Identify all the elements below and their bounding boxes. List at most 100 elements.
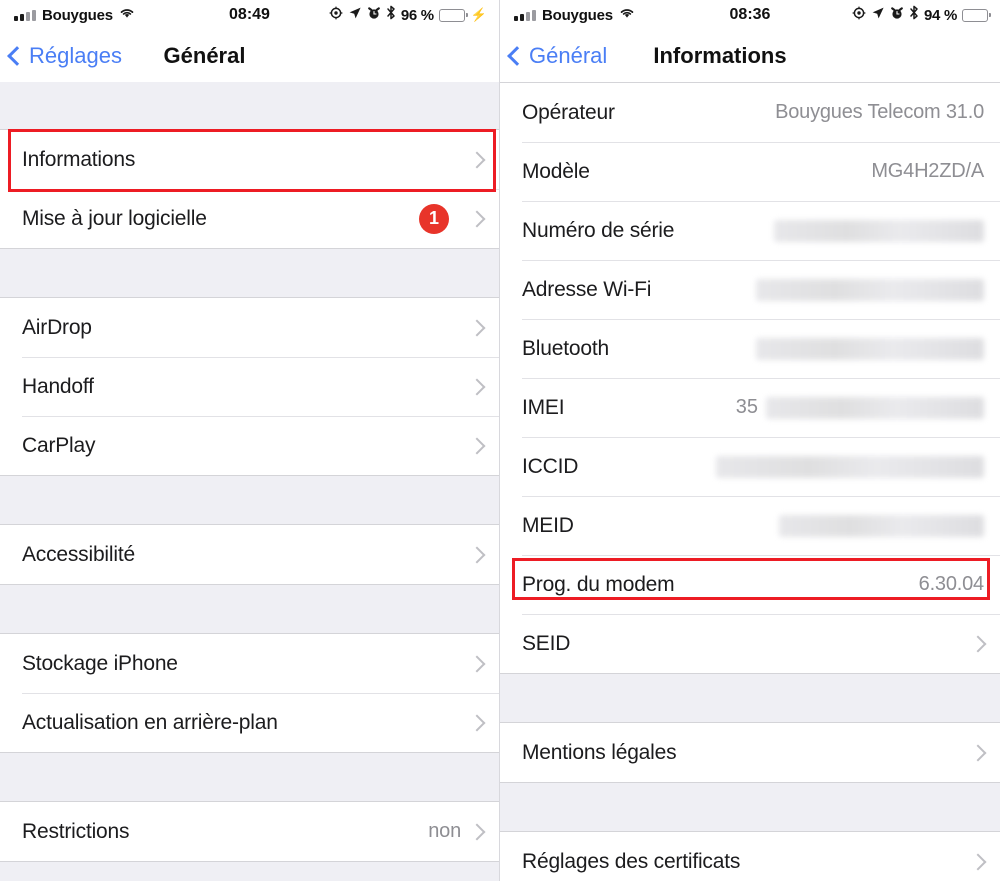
list-item-label: Adresse Wi-Fi bbox=[522, 277, 652, 301]
wifi-icon bbox=[619, 6, 635, 24]
settings-group: Mentions légales bbox=[500, 722, 1000, 783]
list-item[interactable]: Actualisation en arrière-plan bbox=[0, 693, 499, 752]
list-item-label: Mentions légales bbox=[522, 740, 677, 764]
settings-list-informations[interactable]: Opérateur Bouygues Telecom 31.0 Modèle MG4H… bbox=[500, 82, 1000, 881]
section-spacer bbox=[500, 674, 1000, 722]
signal-bars-icon bbox=[14, 9, 36, 21]
chevron-right-icon bbox=[468, 655, 486, 672]
list-item-label: Accessibilité bbox=[22, 542, 135, 566]
battery-percent-label: 94 % bbox=[924, 6, 957, 24]
status-bar-left-group: Bouygues bbox=[514, 6, 635, 24]
chevron-right-icon bbox=[969, 744, 987, 761]
status-bar-left: Bouygues 08:49 96 % ⚡ bbox=[0, 0, 499, 30]
nav-bar-right: Général Informations bbox=[500, 30, 1000, 82]
list-item-label: MEID bbox=[522, 513, 574, 537]
list-item-value: 35 bbox=[735, 396, 758, 418]
list-item[interactable]: Modèle MG4H2ZD/A bbox=[500, 142, 1000, 201]
list-item[interactable]: Bluetooth bbox=[500, 319, 1000, 378]
redacted-value bbox=[756, 278, 984, 301]
chevron-right-icon bbox=[468, 823, 486, 840]
list-item[interactable]: Mise à jour logicielle 1 bbox=[0, 189, 499, 248]
alarm-clock-icon bbox=[367, 6, 381, 25]
section-spacer bbox=[0, 585, 499, 633]
list-item[interactable]: Prog. du modem 6.30.04 bbox=[500, 555, 1000, 614]
back-button-general[interactable]: Général bbox=[500, 43, 607, 69]
redacted-value bbox=[774, 219, 984, 242]
settings-group: Accessibilité bbox=[0, 524, 499, 585]
back-button-reglages[interactable]: Réglages bbox=[0, 43, 122, 69]
list-item[interactable]: CarPlay bbox=[0, 416, 499, 475]
list-item[interactable]: Adresse Wi-Fi bbox=[500, 260, 1000, 319]
section-spacer bbox=[0, 249, 499, 297]
navigation-arrow-icon bbox=[348, 6, 362, 25]
list-item-label: Stockage iPhone bbox=[22, 651, 178, 675]
settings-group: Réglages des certificats bbox=[500, 831, 1000, 881]
list-item-label: SEID bbox=[522, 631, 571, 655]
back-chevron-icon bbox=[507, 46, 527, 66]
chevron-right-icon bbox=[969, 635, 987, 652]
navigation-arrow-icon bbox=[871, 6, 885, 25]
list-item[interactable]: Mentions légales bbox=[500, 723, 1000, 782]
list-item-value: non bbox=[428, 820, 461, 842]
list-item-label: Opérateur bbox=[522, 100, 615, 124]
carrier-label: Bouygues bbox=[542, 6, 613, 24]
bluetooth-icon bbox=[909, 5, 919, 25]
list-item[interactable]: Informations bbox=[0, 130, 499, 189]
status-bar-right-group: 96 % ⚡ bbox=[329, 5, 487, 25]
settings-list-general[interactable]: Informations Mise à jour logicielle 1 AirDr… bbox=[0, 82, 499, 881]
bluetooth-icon bbox=[386, 5, 396, 25]
section-spacer bbox=[0, 753, 499, 801]
section-spacer bbox=[0, 862, 499, 881]
list-item-label: ICCID bbox=[522, 454, 579, 478]
list-item[interactable]: Restrictions non bbox=[0, 802, 499, 861]
list-item-label: Handoff bbox=[22, 374, 94, 398]
alarm-clock-icon bbox=[890, 6, 904, 25]
location-services-icon bbox=[329, 6, 343, 25]
list-item[interactable]: Opérateur Bouygues Telecom 31.0 bbox=[500, 83, 1000, 142]
left-phone-screen: Bouygues 08:49 96 % ⚡ Réglages Général I… bbox=[0, 0, 500, 881]
location-services-icon bbox=[852, 6, 866, 25]
list-item[interactable]: Réglages des certificats bbox=[500, 832, 1000, 881]
redacted-value bbox=[779, 514, 984, 537]
lightning-bolt-icon: ⚡ bbox=[470, 7, 487, 22]
list-item[interactable]: Accessibilité bbox=[0, 525, 499, 584]
list-item-label: Bluetooth bbox=[522, 336, 609, 360]
section-spacer bbox=[0, 82, 499, 129]
chevron-right-icon bbox=[468, 378, 486, 395]
settings-group: Stockage iPhone Actualisation en arrière-… bbox=[0, 633, 499, 753]
list-item-label: Prog. du modem bbox=[522, 572, 675, 596]
chevron-right-icon bbox=[468, 437, 486, 454]
list-item-value: MG4H2ZD/A bbox=[871, 160, 984, 182]
redacted-value bbox=[756, 337, 984, 360]
list-item-label: Actualisation en arrière-plan bbox=[22, 710, 278, 734]
list-item-label: IMEI bbox=[522, 395, 565, 419]
chevron-right-icon bbox=[468, 546, 486, 563]
carrier-label: Bouygues bbox=[42, 6, 113, 24]
list-item-label: CarPlay bbox=[22, 433, 96, 457]
list-item[interactable]: Numéro de série bbox=[500, 201, 1000, 260]
list-item[interactable]: ICCID bbox=[500, 437, 1000, 496]
back-button-label: Réglages bbox=[29, 43, 122, 68]
status-bar-right-group: 94 % bbox=[852, 5, 991, 25]
settings-group: Informations Mise à jour logicielle 1 bbox=[0, 129, 499, 249]
list-item[interactable]: IMEI 35 bbox=[500, 378, 1000, 437]
chevron-right-icon bbox=[468, 210, 486, 227]
chevron-right-icon bbox=[468, 714, 486, 731]
status-bar-right: Bouygues 08:36 94 % bbox=[500, 0, 1000, 30]
list-item-label: Réglages des certificats bbox=[522, 849, 741, 873]
redacted-value bbox=[766, 396, 984, 419]
list-item-label: Informations bbox=[22, 147, 136, 171]
wifi-icon bbox=[119, 6, 135, 24]
list-item[interactable]: Handoff bbox=[0, 357, 499, 416]
battery-icon bbox=[962, 8, 991, 22]
battery-icon bbox=[438, 8, 468, 22]
back-chevron-icon bbox=[7, 46, 27, 66]
list-item[interactable]: AirDrop bbox=[0, 298, 499, 357]
list-item-label: Numéro de série bbox=[522, 218, 675, 242]
list-item-value: 6.30.04 bbox=[918, 573, 985, 595]
list-item[interactable]: MEID bbox=[500, 496, 1000, 555]
list-item[interactable]: SEID bbox=[500, 614, 1000, 673]
list-item-label: Modèle bbox=[522, 159, 590, 183]
list-item[interactable]: Stockage iPhone bbox=[0, 634, 499, 693]
signal-bars-icon bbox=[514, 9, 536, 21]
